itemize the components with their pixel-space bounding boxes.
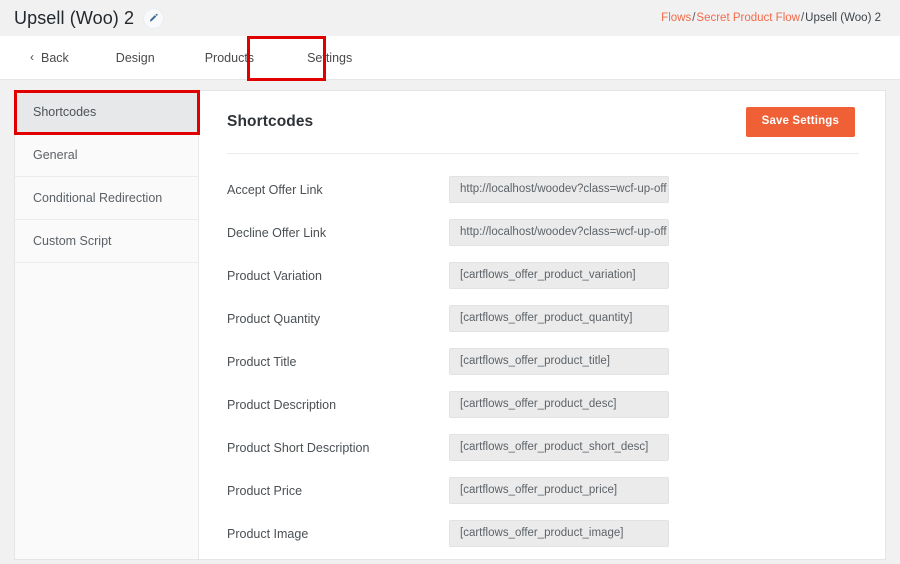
page-title: Upsell (Woo) 2 xyxy=(14,7,135,28)
field-label-accept-offer-link: Accept Offer Link xyxy=(227,182,323,197)
field-label-product-title: Product Title xyxy=(227,354,297,369)
shortcodes-field-list: Accept Offer Link http://localhost/woode… xyxy=(227,154,859,555)
tab-products[interactable]: Products xyxy=(180,36,279,79)
save-settings-button[interactable]: Save Settings xyxy=(745,107,855,137)
breadcrumb-separator-1: / xyxy=(692,12,696,24)
field-input-product-image[interactable]: [cartflows_offer_product_image] xyxy=(449,520,669,547)
back-button-label: Back xyxy=(41,50,69,65)
field-input-product-short-description[interactable]: [cartflows_offer_product_short_desc] xyxy=(449,434,669,461)
sidebar-item-general[interactable]: General xyxy=(15,134,198,177)
breadcrumb-link-secret-product-flow[interactable]: Secret Product Flow xyxy=(696,12,800,24)
field-label-product-variation: Product Variation xyxy=(227,268,322,283)
field-input-product-title[interactable]: [cartflows_offer_product_title] xyxy=(449,348,669,375)
panel-header: Shortcodes Save Settings xyxy=(227,91,859,154)
tab-design[interactable]: Design xyxy=(91,36,180,79)
pencil-icon[interactable] xyxy=(143,7,165,29)
field-row: Product Price [cartflows_offer_product_p… xyxy=(227,469,859,512)
panel-title: Shortcodes xyxy=(227,113,314,130)
field-row: Product Quantity [cartflows_offer_produc… xyxy=(227,297,859,340)
sidebar-item-conditional-redirection[interactable]: Conditional Redirection xyxy=(15,177,198,220)
field-row: Product Short Description [cartflows_off… xyxy=(227,426,859,469)
field-label-product-image: Product Image xyxy=(227,526,309,541)
settings-sidebar: Shortcodes General Conditional Redirecti… xyxy=(14,90,200,559)
breadcrumb: Flows/Secret Product Flow/Upsell (Woo) 2 xyxy=(661,12,886,24)
field-row: Product Title [cartflows_offer_product_t… xyxy=(227,340,859,383)
field-label-product-description: Product Description xyxy=(227,397,337,412)
field-label-product-quantity: Product Quantity xyxy=(227,311,321,326)
chevron-left-icon: ‹ xyxy=(30,49,34,64)
field-label-product-short-description: Product Short Description xyxy=(227,440,370,455)
field-input-product-quantity[interactable]: [cartflows_offer_product_quantity] xyxy=(449,305,669,332)
settings-content: Shortcodes Save Settings Accept Offer Li… xyxy=(199,91,885,559)
settings-card: Shortcodes General Conditional Redirecti… xyxy=(14,90,886,560)
field-label-product-price: Product Price xyxy=(227,483,303,498)
field-row: Product Variation [cartflows_offer_produ… xyxy=(227,254,859,297)
sidebar-item-shortcodes[interactable]: Shortcodes xyxy=(15,91,198,134)
field-row: Decline Offer Link http://localhost/wood… xyxy=(227,211,859,254)
back-button[interactable]: ‹ Back xyxy=(14,36,91,79)
field-label-decline-offer-link: Decline Offer Link xyxy=(227,225,327,240)
top-header-bar: Upsell (Woo) 2 Flows/Secret Product Flow… xyxy=(0,0,900,36)
sidebar-item-custom-script[interactable]: Custom Script xyxy=(15,220,198,263)
field-row: Accept Offer Link http://localhost/woode… xyxy=(227,168,859,211)
tab-settings[interactable]: Settings xyxy=(279,36,380,79)
breadcrumb-separator-2: / xyxy=(800,12,805,24)
field-input-accept-offer-link[interactable]: http://localhost/woodev?class=wcf-up-off xyxy=(449,176,669,203)
field-input-product-variation[interactable]: [cartflows_offer_product_variation] xyxy=(449,262,669,289)
title-group: Upsell (Woo) 2 xyxy=(14,7,165,29)
tab-bar: ‹ Back Design Products Settings xyxy=(0,36,900,81)
field-row: Product Image [cartflows_offer_product_i… xyxy=(227,512,859,555)
field-row: Product Description [cartflows_offer_pro… xyxy=(227,383,859,426)
field-input-product-price[interactable]: [cartflows_offer_product_price] xyxy=(449,477,669,504)
field-input-decline-offer-link[interactable]: http://localhost/woodev?class=wcf-up-off xyxy=(449,219,669,246)
breadcrumb-current: Upsell (Woo) 2 xyxy=(805,12,881,24)
breadcrumb-link-flows[interactable]: Flows xyxy=(661,12,691,24)
field-input-product-description[interactable]: [cartflows_offer_product_desc] xyxy=(449,391,669,418)
